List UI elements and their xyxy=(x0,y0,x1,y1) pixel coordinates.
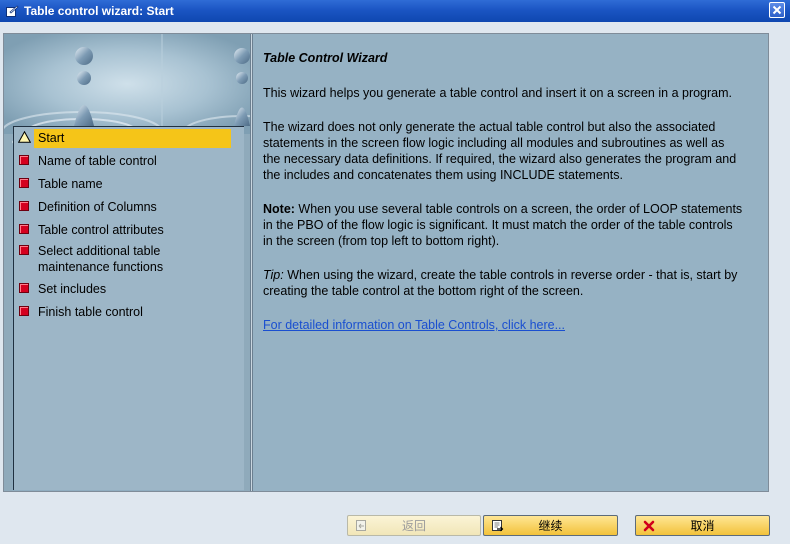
wizard-heading: Table Control Wizard xyxy=(263,51,388,65)
back-button-label: 返回 xyxy=(401,519,426,533)
step-label: Table control attributes xyxy=(38,223,164,237)
step-label: Set includes xyxy=(38,282,107,296)
step-finish-table-control[interactable]: Finish table control xyxy=(14,304,244,320)
continue-button[interactable]: 继续 xyxy=(483,515,618,536)
step-label: Table name xyxy=(38,177,103,191)
tip-paragraph: Tip: When using the wizard, create the t… xyxy=(263,267,743,299)
table-controls-help-link[interactable]: For detailed information on Table Contro… xyxy=(263,318,565,332)
note-text: When you use several table controls on a… xyxy=(263,202,743,248)
red-square-icon xyxy=(14,153,34,165)
red-square-icon xyxy=(14,222,34,234)
red-square-icon xyxy=(14,199,34,211)
step-label: Definition of Columns xyxy=(38,200,157,214)
description-paragraph: The wizard does not only generate the ac… xyxy=(263,120,737,182)
wizard-window: Table control wizard: Start Start Name o… xyxy=(0,0,790,544)
step-select-maintenance-functions[interactable]: Select additional table maintenance func… xyxy=(14,243,244,275)
help-link-paragraph: For detailed information on Table Contro… xyxy=(263,317,743,333)
step-label: Start xyxy=(34,129,231,148)
cancel-button-label: 取消 xyxy=(690,519,715,533)
back-icon xyxy=(352,519,370,532)
cancel-x-icon xyxy=(640,520,658,532)
tip-label: Tip: xyxy=(263,268,284,282)
red-square-icon xyxy=(14,176,34,188)
content-panel: Table Control Wizard This wizard helps y… xyxy=(253,34,768,491)
window-title: Table control wizard: Start xyxy=(24,4,174,18)
step-table-name[interactable]: Table name xyxy=(14,176,244,192)
tip-text: When using the wizard, create the table … xyxy=(263,268,738,298)
step-panel: Start Name of table control Table name D… xyxy=(4,34,250,491)
back-button[interactable]: 返回 xyxy=(347,515,481,536)
red-square-icon xyxy=(14,243,34,255)
continue-icon xyxy=(488,519,506,532)
note-paragraph: Note: When you use several table control… xyxy=(263,201,743,249)
step-table-control-attributes[interactable]: Table control attributes xyxy=(14,222,244,238)
title-bar: Table control wizard: Start xyxy=(0,0,790,22)
cancel-button[interactable]: 取消 xyxy=(635,515,770,536)
close-button[interactable] xyxy=(769,2,785,18)
step-definition-of-columns[interactable]: Definition of Columns xyxy=(14,199,244,215)
step-label: Finish table control xyxy=(38,305,143,319)
warning-triangle-icon xyxy=(14,129,34,143)
note-label: Note: xyxy=(263,202,295,216)
step-label: Select additional table maintenance func… xyxy=(38,244,164,274)
red-square-icon xyxy=(14,281,34,293)
step-start[interactable]: Start xyxy=(14,129,244,148)
step-name-of-table-control[interactable]: Name of table control xyxy=(14,153,244,169)
step-list: Start Name of table control Table name D… xyxy=(13,126,244,490)
continue-button-label: 继续 xyxy=(538,519,563,533)
step-set-includes[interactable]: Set includes xyxy=(14,281,244,297)
wizard-frame: Start Name of table control Table name D… xyxy=(3,33,769,492)
red-square-icon xyxy=(14,304,34,316)
window-menu-icon[interactable] xyxy=(5,5,19,18)
close-icon xyxy=(772,5,782,15)
intro-paragraph: This wizard helps you generate a table c… xyxy=(263,86,733,100)
step-label: Name of table control xyxy=(38,154,157,168)
